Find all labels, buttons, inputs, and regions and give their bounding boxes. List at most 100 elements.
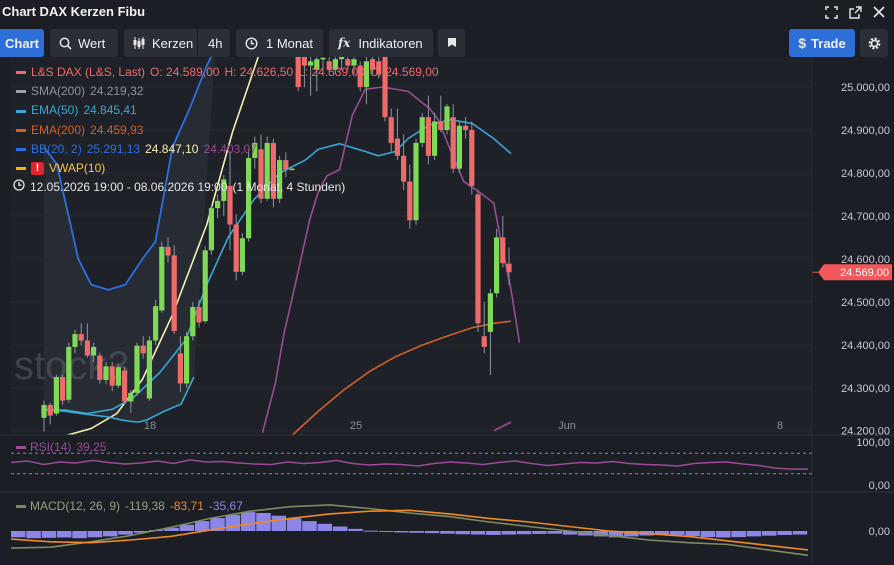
candle xyxy=(487,293,493,332)
candle xyxy=(115,367,121,386)
last-price-label: 24.569,00 xyxy=(840,267,889,279)
price-tick-label: 24.900,00 xyxy=(841,125,890,137)
trade-button[interactable]: $ Trade xyxy=(789,29,855,57)
legend-range-dates: 12.05.2026 19:00 - 08.06.2026 19:00 xyxy=(30,180,228,195)
macd-histogram-bar xyxy=(225,514,241,531)
macd-histogram-bar xyxy=(424,531,440,534)
candle xyxy=(140,345,146,354)
legend-ema50-value: 24.845,41 xyxy=(83,103,137,118)
candle xyxy=(481,336,487,347)
candle xyxy=(128,392,134,402)
macd-histogram-bar xyxy=(118,531,133,535)
indicators-label: Indikatoren xyxy=(358,35,423,51)
macd-histogram-bar xyxy=(731,531,746,538)
legend-sma-value: 24.219,32 xyxy=(90,84,144,99)
candle xyxy=(444,106,450,131)
macd-histogram-bar xyxy=(716,531,731,538)
candle xyxy=(103,366,109,381)
legend-vwap: ! VWAP(10) xyxy=(16,159,444,178)
legend-main: L&S DAX (L&S, Last) O: 24.589,00 H: 24.6… xyxy=(16,63,444,82)
wert-label: Wert xyxy=(78,35,106,51)
price-tick-label: 24.500,00 xyxy=(841,297,890,309)
macd-histogram-bar xyxy=(363,530,379,532)
macd-legend-hist: -35,67 xyxy=(208,499,243,513)
period-label: 1 Monat xyxy=(266,35,313,51)
dollar-icon: $ xyxy=(798,35,807,51)
candle xyxy=(320,57,326,60)
candle xyxy=(47,404,53,416)
legend-bb-swatch xyxy=(16,147,26,151)
clock-icon xyxy=(13,178,25,197)
indicators-button[interactable]: fx Indikatoren xyxy=(329,29,433,57)
legend-ema50: EMA(50) 24.845,41 xyxy=(16,101,444,120)
chart-legend: L&S DAX (L&S, Last) O: 24.589,00 H: 24.6… xyxy=(13,63,444,197)
macd-histogram-bar xyxy=(501,531,516,535)
search-icon xyxy=(59,37,72,50)
macd-legend: MACD(12, 26, 9) -119,38 -83,71 -35,67 xyxy=(16,499,243,513)
legend-bb: BB(20, 2) 25.291,13 24.847,10 24.403,07 xyxy=(16,140,444,159)
price-tick-label: 24.300,00 xyxy=(841,383,890,395)
macd-histogram-bar xyxy=(470,531,486,535)
chart-type-button[interactable]: Kerzen 4h xyxy=(124,29,230,57)
candle xyxy=(456,125,462,169)
candle xyxy=(494,237,500,294)
candle xyxy=(159,246,165,311)
candle xyxy=(208,208,214,251)
candle xyxy=(475,194,481,324)
legend-ema200-swatch xyxy=(16,128,26,132)
kerzen-label: Kerzen xyxy=(152,35,194,51)
x-tick-label: 8 xyxy=(777,420,783,432)
candle xyxy=(196,306,202,323)
candle xyxy=(146,340,152,399)
macd-histogram-bar xyxy=(102,531,118,537)
candle xyxy=(153,306,159,341)
settings-button[interactable] xyxy=(860,29,888,57)
legend-bb-mid: 24.847,10 xyxy=(145,141,199,156)
title-bar: Chart DAX Kerzen Fibu xyxy=(0,0,894,26)
macd-histogram-bar xyxy=(685,531,700,537)
macd-histogram-bar xyxy=(532,531,547,534)
rsi-legend-value: 39,25 xyxy=(76,440,107,454)
chart-tab[interactable]: Chart xyxy=(0,29,44,57)
interval-button[interactable]: 4h xyxy=(208,36,222,51)
fullscreen-icon[interactable] xyxy=(824,5,838,19)
external-link-icon[interactable] xyxy=(848,5,862,19)
wert-button[interactable]: Wert xyxy=(50,29,118,57)
rsi-tick-label: 0,00 xyxy=(869,480,890,492)
candle xyxy=(339,57,345,60)
macd-histogram-bar xyxy=(455,531,471,535)
macd-histogram-bar xyxy=(302,521,317,531)
macd-histogram-bar xyxy=(516,531,532,535)
legend-bb-lower: 24.403,07 xyxy=(203,141,257,156)
price-tick-label: 24.400,00 xyxy=(841,340,890,352)
divider xyxy=(197,29,198,57)
period-button[interactable]: 1 Monat xyxy=(236,29,323,57)
candle xyxy=(72,334,78,347)
legend-ema200-value: 24.459,93 xyxy=(90,122,144,137)
candle xyxy=(91,346,97,356)
price-tick-label: 25.000,00 xyxy=(841,82,890,94)
candle xyxy=(109,366,115,386)
flag-icon xyxy=(447,37,457,49)
rsi-legend: RSI(14) 39,25 xyxy=(16,440,106,454)
macd-tick-label: 0,00 xyxy=(869,526,890,538)
legend-sma: SMA(200) 24.219,32 xyxy=(16,82,444,101)
macd-histogram-bar xyxy=(486,531,501,535)
macd-histogram-bar xyxy=(317,523,333,531)
close-icon[interactable] xyxy=(872,5,886,19)
candlestick-icon xyxy=(132,36,146,50)
flag-button[interactable] xyxy=(438,29,465,57)
x-tick-label: 18 xyxy=(144,420,156,432)
macd-histogram-bar xyxy=(72,531,87,539)
warning-icon[interactable]: ! xyxy=(31,162,44,176)
candle xyxy=(41,404,47,418)
candle xyxy=(506,263,512,273)
price-tick-label: 24.800,00 xyxy=(841,168,890,180)
rsi-legend-label: RSI(14) xyxy=(30,440,72,454)
macd-histogram-bar xyxy=(286,518,302,531)
candle xyxy=(190,306,196,337)
macd-legend-label: MACD(12, 26, 9) xyxy=(30,499,121,513)
macd-legend-signal: -83,71 xyxy=(169,499,204,513)
chart-tab-label: Chart xyxy=(5,35,39,51)
legend-high: H: 24.626,50 xyxy=(224,65,294,79)
